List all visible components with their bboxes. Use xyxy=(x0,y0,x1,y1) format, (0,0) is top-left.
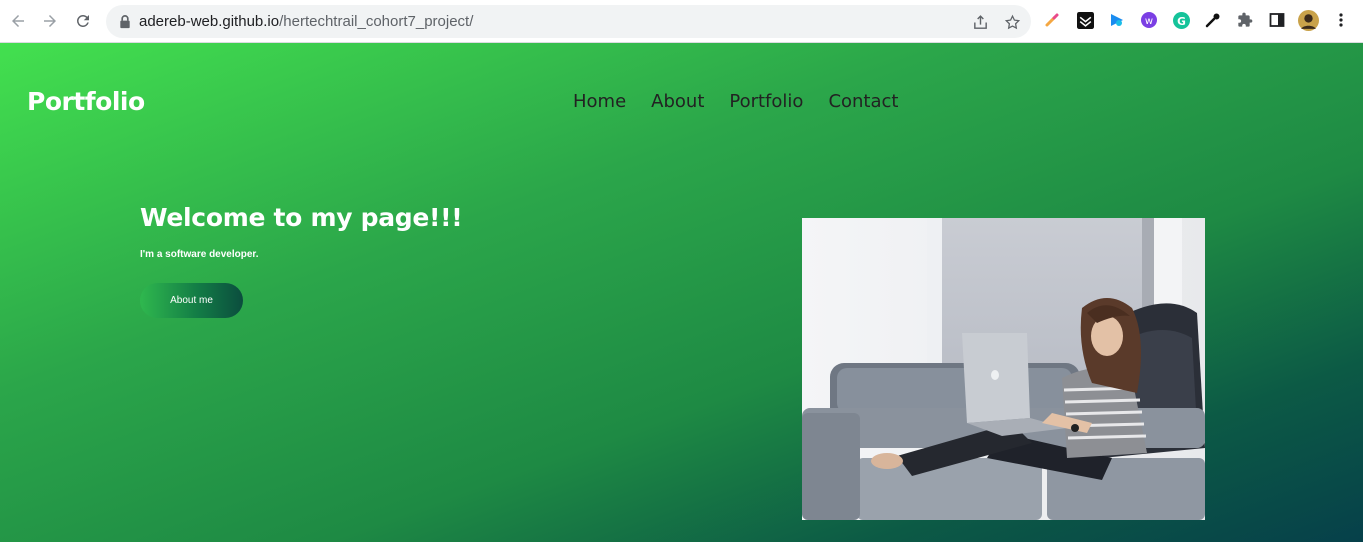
arrow-left-icon xyxy=(12,15,24,27)
star-icon xyxy=(1004,14,1020,29)
svg-text:w: w xyxy=(1145,16,1153,27)
share-icon xyxy=(973,14,987,29)
main-nav: Home About Portfolio Contact xyxy=(573,91,923,112)
hero-subtitle: I'm a software developer. xyxy=(140,249,259,260)
nav-link-about[interactable]: About xyxy=(651,91,704,112)
site-logo[interactable]: Portfolio xyxy=(27,87,145,116)
color-picker-extension-icon[interactable] xyxy=(1043,11,1061,29)
side-panel-icon[interactable] xyxy=(1268,11,1286,29)
dark-reader-extension-icon[interactable] xyxy=(1076,11,1094,29)
grammarly-icon[interactable]: G xyxy=(1172,11,1190,29)
eyedropper-icon[interactable] xyxy=(1204,11,1222,29)
nav-link-portfolio[interactable]: Portfolio xyxy=(729,91,803,112)
w-extension-icon[interactable]: w xyxy=(1140,11,1158,29)
profile-avatar[interactable] xyxy=(1298,10,1319,31)
lock-icon xyxy=(120,15,130,29)
url-text[interactable]: adereb-web.github.io/hertechtrail_cohort… xyxy=(139,13,473,30)
url-host: adereb-web.github.io xyxy=(139,13,280,30)
reload-button[interactable] xyxy=(71,9,95,33)
arrow-right-icon xyxy=(44,15,56,27)
woman-on-couch-with-laptop-photo xyxy=(802,218,1205,520)
hero-title: Welcome to my page!!! xyxy=(140,203,463,232)
url-path: /hertechtrail_cohort7_project/ xyxy=(279,13,474,30)
nav-link-home[interactable]: Home xyxy=(573,91,626,112)
about-me-button[interactable]: About me xyxy=(140,283,243,318)
svg-text:G: G xyxy=(1177,14,1186,27)
browser-toolbar: adereb-web.github.io/hertechtrail_cohort… xyxy=(0,0,1363,43)
puzzle-icon[interactable] xyxy=(1236,11,1254,29)
bookmark-button[interactable] xyxy=(1002,12,1022,32)
portfolio-page: Portfolio Home About Portfolio Contact W… xyxy=(0,43,1363,542)
address-bar[interactable]: adereb-web.github.io/hertechtrail_cohort… xyxy=(106,5,1031,38)
reload-icon xyxy=(76,14,89,27)
play-extension-icon[interactable] xyxy=(1108,11,1126,29)
share-button[interactable] xyxy=(970,12,990,32)
nav-link-contact[interactable]: Contact xyxy=(828,91,898,112)
forward-button[interactable] xyxy=(38,9,62,33)
back-button[interactable] xyxy=(6,9,30,33)
kebab-menu-icon[interactable] xyxy=(1332,11,1350,29)
